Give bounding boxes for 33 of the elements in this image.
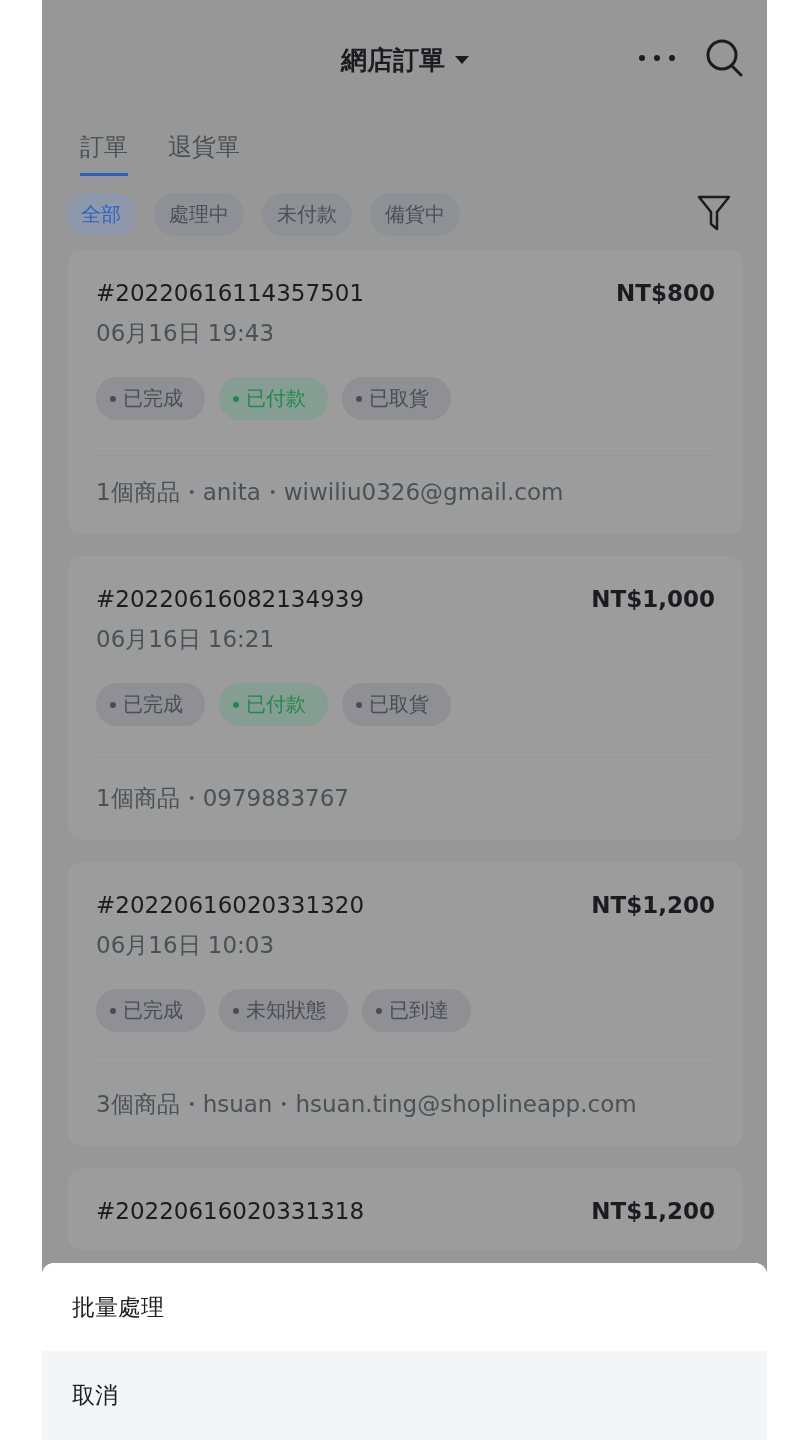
tag-label: 已付款	[246, 691, 306, 718]
order-number: #20220616082134939	[96, 586, 365, 612]
order-amount: NT$800	[616, 280, 715, 306]
tag-label: 已完成	[123, 997, 183, 1024]
order-number: #20220616114357501	[96, 280, 365, 306]
filter-icon[interactable]	[697, 194, 731, 231]
order-card[interactable]: #20220616082134939 NT$1,000 06月16日 16:21 已完成 已付款 已取貨 1個商品・0979883767	[68, 556, 743, 840]
order-summary: 3個商品・hsuan・hsuan.ting@shoplineapp.com	[96, 1090, 638, 1119]
tag-label: 已完成	[123, 385, 183, 412]
order-card[interactable]: #20220616114357501 NT$800 06月16日 19:43 已完成 已付款 已取貨 1個商品・anita・wiwiliu0326@gmail.com	[68, 250, 743, 534]
page-title: 網店訂單	[340, 43, 445, 77]
order-card[interactable]: #20220616020331320 NT$1,200 06月16日 10:03 已完成 未知狀態 已到達 3個商品・hsuan・hsuan.ting@shoplineapp.com	[68, 862, 743, 1146]
tag-label: 已付款	[246, 385, 306, 412]
tag-label: 未知狀態	[246, 997, 326, 1024]
order-number: #20220616020331318	[96, 1198, 365, 1224]
order-date: 06月16日 19:43	[96, 319, 276, 348]
caret-icon[interactable]	[454, 56, 469, 64]
order-summary: 1個商品・0979883767	[96, 784, 350, 813]
tag-label: 已完成	[123, 691, 183, 718]
tag-label: 已取貨	[369, 691, 429, 718]
cancel-button[interactable]: 取消	[42, 1351, 767, 1440]
search-icon[interactable]	[705, 38, 743, 78]
order-amount: NT$1,000	[591, 586, 715, 612]
order-summary: 1個商品・anita・wiwiliu0326@gmail.com	[96, 478, 565, 507]
order-number: #20220616020331320	[96, 892, 365, 918]
order-amount: NT$1,200	[591, 892, 715, 918]
order-card[interactable]: #20220616020331318 NT$1,200	[68, 1168, 743, 1250]
more-icon[interactable]	[639, 55, 675, 61]
order-date: 06月16日 16:21	[96, 625, 276, 654]
order-amount: NT$1,200	[591, 1198, 715, 1224]
tag-label: 已到達	[389, 997, 449, 1024]
tag-label: 已取貨	[369, 385, 429, 412]
order-date: 06月16日 10:03	[96, 931, 276, 960]
